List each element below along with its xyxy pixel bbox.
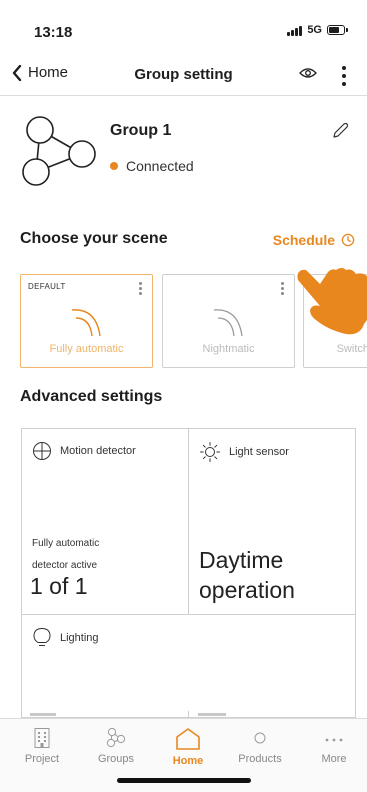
tile-title: Motion detector (60, 445, 136, 457)
status-bar: 13:18 5G (0, 0, 367, 56)
status-time: 13:18 (34, 24, 73, 41)
motion-arcs-icon (213, 309, 243, 337)
tab-products[interactable]: Products (228, 727, 292, 765)
scene-label: Nightmatic (202, 343, 255, 355)
circle-icon (254, 732, 266, 744)
light-sensor-tile[interactable]: Light sensor Daytime operation (188, 428, 356, 615)
more-vertical-icon[interactable] (139, 282, 143, 298)
lighting-tile[interactable]: Lighting (21, 614, 356, 719)
eye-icon[interactable] (299, 66, 317, 85)
scene-label: Switch (336, 343, 367, 355)
light-sensor-value: Daytime operation (199, 545, 295, 605)
schedule-button[interactable]: Schedule (273, 232, 355, 248)
connection-status: Connected (110, 158, 194, 174)
more-dots-icon (325, 738, 343, 742)
scene-card-fully-automatic[interactable]: DEFAULT Fully automatic (20, 274, 153, 368)
motion-sensor-icon (33, 442, 51, 460)
light-sensor-value-line-1: Daytime (199, 547, 284, 573)
home-icon (176, 728, 200, 750)
tile-header: Lighting (32, 627, 99, 649)
advanced-heading: Advanced settings (20, 388, 163, 405)
navigation-bar: Home Group setting (0, 56, 367, 96)
motion-detector-tile[interactable]: Motion detector Fully automatic detector… (21, 428, 189, 615)
group-network-icon (22, 116, 96, 186)
tab-label: Home (172, 755, 204, 767)
tab-label: Products (238, 753, 282, 765)
scene-card-nightmatic[interactable]: Nightmatic (162, 274, 295, 368)
home-indicator (117, 778, 251, 783)
network-type: 5G (307, 24, 322, 36)
status-dot-icon (110, 162, 118, 170)
motion-status: Fully automatic detector active (32, 533, 99, 577)
group-header: Group 1 Connected (0, 96, 367, 196)
scene-label: Fully automatic (49, 343, 124, 355)
groups-icon (106, 727, 126, 748)
tab-home[interactable]: Home (156, 727, 220, 767)
connection-status-label: Connected (126, 158, 194, 174)
tile-header: Motion detector (32, 441, 136, 461)
motion-status-line-1: Fully automatic (32, 538, 100, 549)
more-vertical-icon[interactable] (281, 282, 285, 298)
light-bulb-icon (33, 627, 51, 646)
status-indicators: 5G (287, 24, 348, 36)
tab-label: Project (24, 753, 60, 765)
building-icon (34, 728, 50, 748)
tile-title: Light sensor (229, 446, 289, 458)
clipped-content (30, 711, 350, 717)
tile-header: Light sensor (199, 441, 289, 463)
more-vertical-icon[interactable] (337, 63, 351, 89)
tab-groups[interactable]: Groups (84, 727, 148, 765)
battery-icon (327, 25, 348, 35)
tap-hand-icon (297, 268, 367, 335)
tab-label: Groups (97, 753, 135, 765)
light-sensor-value-line-2: operation (199, 577, 295, 603)
sun-icon (200, 442, 220, 462)
schedule-label: Schedule (272, 232, 335, 248)
motion-count: 1 of 1 (30, 573, 88, 599)
tab-project[interactable]: Project (10, 727, 74, 765)
group-name: Group 1 (110, 122, 172, 139)
tile-title: Lighting (60, 632, 99, 644)
signal-icon (287, 25, 303, 36)
tab-label: More (321, 753, 347, 765)
default-tag: DEFAULT (28, 282, 66, 291)
motion-arcs-icon (71, 309, 101, 337)
clock-icon (341, 233, 355, 247)
scene-heading: Choose your scene (20, 230, 168, 247)
tab-more[interactable]: More (302, 727, 366, 765)
pencil-icon[interactable] (331, 122, 349, 145)
